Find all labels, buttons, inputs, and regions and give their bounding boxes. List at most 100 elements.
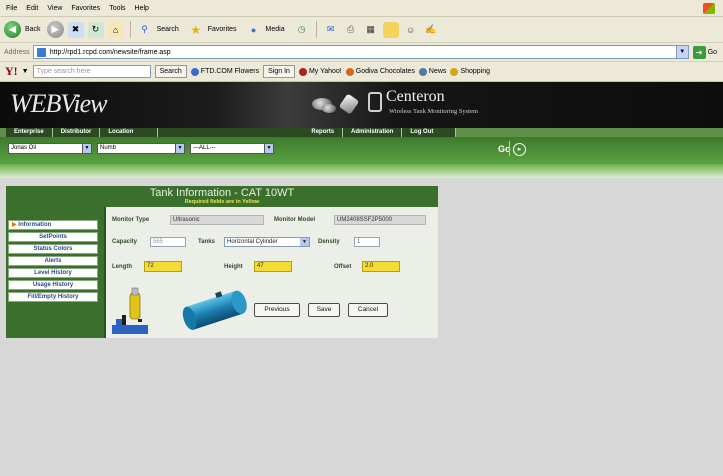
- menu-help[interactable]: Help: [135, 5, 149, 12]
- save-button[interactable]: Save: [308, 303, 340, 317]
- ftd-icon: [190, 67, 199, 76]
- tab-location[interactable]: Location: [100, 128, 159, 137]
- media-icon[interactable]: ●: [246, 22, 262, 38]
- offset-input[interactable]: 2.0: [362, 261, 400, 272]
- yahoo-search-input[interactable]: Type search here: [32, 65, 151, 78]
- location-select[interactable]: ---ALL--- ▼: [190, 143, 274, 154]
- news-icon: [418, 67, 427, 76]
- chevron-down-icon[interactable]: ▼: [675, 46, 688, 58]
- yahoo-logo[interactable]: Y!: [5, 64, 18, 79]
- print-icon[interactable]: ⎙: [343, 22, 359, 38]
- home-icon[interactable]: ⌂: [107, 21, 124, 38]
- sidebar-item-alerts[interactable]: Alerts: [8, 256, 98, 266]
- history-icon[interactable]: ◷: [294, 22, 310, 38]
- header-gradient-stripe: [0, 164, 723, 178]
- chevron-down-icon[interactable]: ▼: [82, 144, 91, 153]
- brand-subtitle: Wireless Tank Monitoring System: [389, 108, 478, 115]
- go-arrow-icon[interactable]: ➜: [692, 45, 706, 59]
- menu-edit[interactable]: Edit: [26, 5, 38, 12]
- mail-icon[interactable]: ✉: [323, 22, 339, 38]
- tab-logout[interactable]: Log Out: [402, 128, 457, 137]
- tab-reports[interactable]: Reports: [303, 128, 344, 137]
- length-input[interactable]: 72: [144, 261, 182, 272]
- monitor-model-value: UM2408SSF2P5000: [334, 215, 426, 225]
- sidebar-item-level-history[interactable]: Level History: [8, 268, 98, 278]
- tank-shape-select[interactable]: Horizontal Cylinder ▼: [224, 237, 310, 247]
- address-label: Address: [4, 48, 30, 56]
- menu-file[interactable]: File: [6, 5, 17, 12]
- yahoo-search-button[interactable]: Search: [154, 65, 187, 78]
- search-button-label[interactable]: Search: [157, 26, 179, 33]
- webview-logo: WEBView: [10, 89, 107, 118]
- horizontal-tank-icon: [182, 290, 247, 330]
- toolbar-separator: [315, 21, 317, 38]
- cancel-button[interactable]: Cancel: [348, 303, 388, 317]
- tab-enterprise[interactable]: Enterprise: [6, 128, 53, 137]
- capacity-label: Capacity: [112, 239, 138, 245]
- capacity-input[interactable]: 565: [150, 237, 186, 247]
- chevron-down-icon[interactable]: ▼: [264, 144, 273, 153]
- active-arrow-icon: ▶: [12, 222, 17, 228]
- yahoo-item-ftd[interactable]: FTD.COM Flowers: [190, 67, 259, 76]
- sidebar-item-fill-empty-history[interactable]: Fill/Empty History: [8, 292, 98, 302]
- refresh-icon[interactable]: ↻: [87, 21, 104, 38]
- sidebar-item-usage-history[interactable]: Usage History: [8, 280, 98, 290]
- godiva-icon: [345, 67, 354, 76]
- go-arrow-icon[interactable]: ▸: [513, 143, 526, 156]
- previous-button[interactable]: Previous: [254, 303, 300, 317]
- tank-form: Monitor Type Ultrasonic Monitor Model UM…: [104, 207, 438, 338]
- sidebar-item-setpoints[interactable]: SetPoints: [8, 232, 98, 242]
- address-input[interactable]: http://rpd1.rcpd.com/newsite/frame.asp ▼: [32, 45, 689, 59]
- messenger-icon[interactable]: ☺: [403, 22, 419, 38]
- windows-logo-icon: [703, 3, 715, 14]
- centeron-logo-icon: [368, 92, 382, 112]
- yahoo-item-myyahoo[interactable]: My Yahoo!: [298, 67, 342, 76]
- app-tab-bar: Enterprise Distributor Location Reports …: [0, 128, 723, 137]
- density-input[interactable]: 1: [354, 237, 380, 247]
- back-arrow-icon[interactable]: ◀: [4, 21, 21, 38]
- favorites-button-label[interactable]: Favorites: [208, 26, 237, 33]
- yahoo-toolbar: Y! ▼ Type search here Search FTD.COM Flo…: [0, 62, 723, 82]
- brand-title: Centeron: [386, 88, 445, 105]
- offset-label: Offset: [334, 264, 352, 270]
- stop-icon[interactable]: ✖: [67, 21, 84, 38]
- monitor-type-value: Ultrasonic: [170, 215, 264, 225]
- tab-distributor[interactable]: Distributor: [52, 128, 101, 137]
- browser-toolbar: ◀ Back ▶ ✖ ↻ ⌂ ⚲ Search ★ Favorites ● Me…: [0, 17, 723, 43]
- filter-bar: Jonas Oil ▼ Numb ▼ ---ALL--- ▼ Go ▸: [0, 137, 723, 164]
- yahoo-signin-button[interactable]: Sign In: [263, 65, 295, 78]
- address-go-button[interactable]: Go: [708, 49, 717, 56]
- height-input[interactable]: 47: [254, 261, 292, 272]
- tab-administration[interactable]: Administration: [343, 128, 403, 137]
- go-separator: [509, 141, 510, 156]
- distributor-select[interactable]: Numb ▼: [97, 143, 185, 154]
- sidebar-item-status-colors[interactable]: Status Colors: [8, 244, 98, 254]
- forward-arrow-icon[interactable]: ▶: [46, 21, 64, 38]
- yahoo-item-news[interactable]: News: [418, 67, 446, 76]
- media-button-label[interactable]: Media: [266, 26, 285, 33]
- yahoo-item-godiva[interactable]: Godiva Chocolates: [345, 67, 415, 76]
- enterprise-select[interactable]: Jonas Oil ▼: [8, 143, 92, 154]
- sensor-graphic-icon: [338, 93, 360, 115]
- monitor-model-label: Monitor Model: [274, 217, 315, 223]
- research-icon[interactable]: ✍: [423, 22, 439, 38]
- favorites-star-icon[interactable]: ★: [188, 22, 204, 38]
- chevron-down-icon[interactable]: ▼: [175, 144, 184, 153]
- address-bar: Address http://rpd1.rcpd.com/newsite/fra…: [0, 43, 723, 62]
- search-icon[interactable]: ⚲: [137, 22, 153, 38]
- yahoo-item-shopping[interactable]: Shopping: [450, 67, 490, 76]
- back-button-label[interactable]: Back: [25, 26, 41, 33]
- menu-tools[interactable]: Tools: [109, 5, 125, 12]
- yahoo-options-icon[interactable]: ▼: [22, 68, 29, 75]
- chevron-down-icon[interactable]: ▼: [300, 238, 309, 246]
- address-url[interactable]: http://rpd1.rcpd.com/newsite/frame.asp: [50, 49, 171, 56]
- shopping-icon: [450, 67, 459, 76]
- discuss-icon[interactable]: [382, 21, 399, 38]
- menu-favorites[interactable]: Favorites: [71, 5, 100, 12]
- height-label: Height: [224, 264, 243, 270]
- menu-view[interactable]: View: [47, 5, 62, 12]
- sidebar-item-information[interactable]: ▶ Information: [8, 220, 98, 230]
- page-icon: [36, 47, 46, 57]
- tanks-label: Tanks: [198, 239, 215, 245]
- edit-icon[interactable]: ▦: [363, 22, 379, 38]
